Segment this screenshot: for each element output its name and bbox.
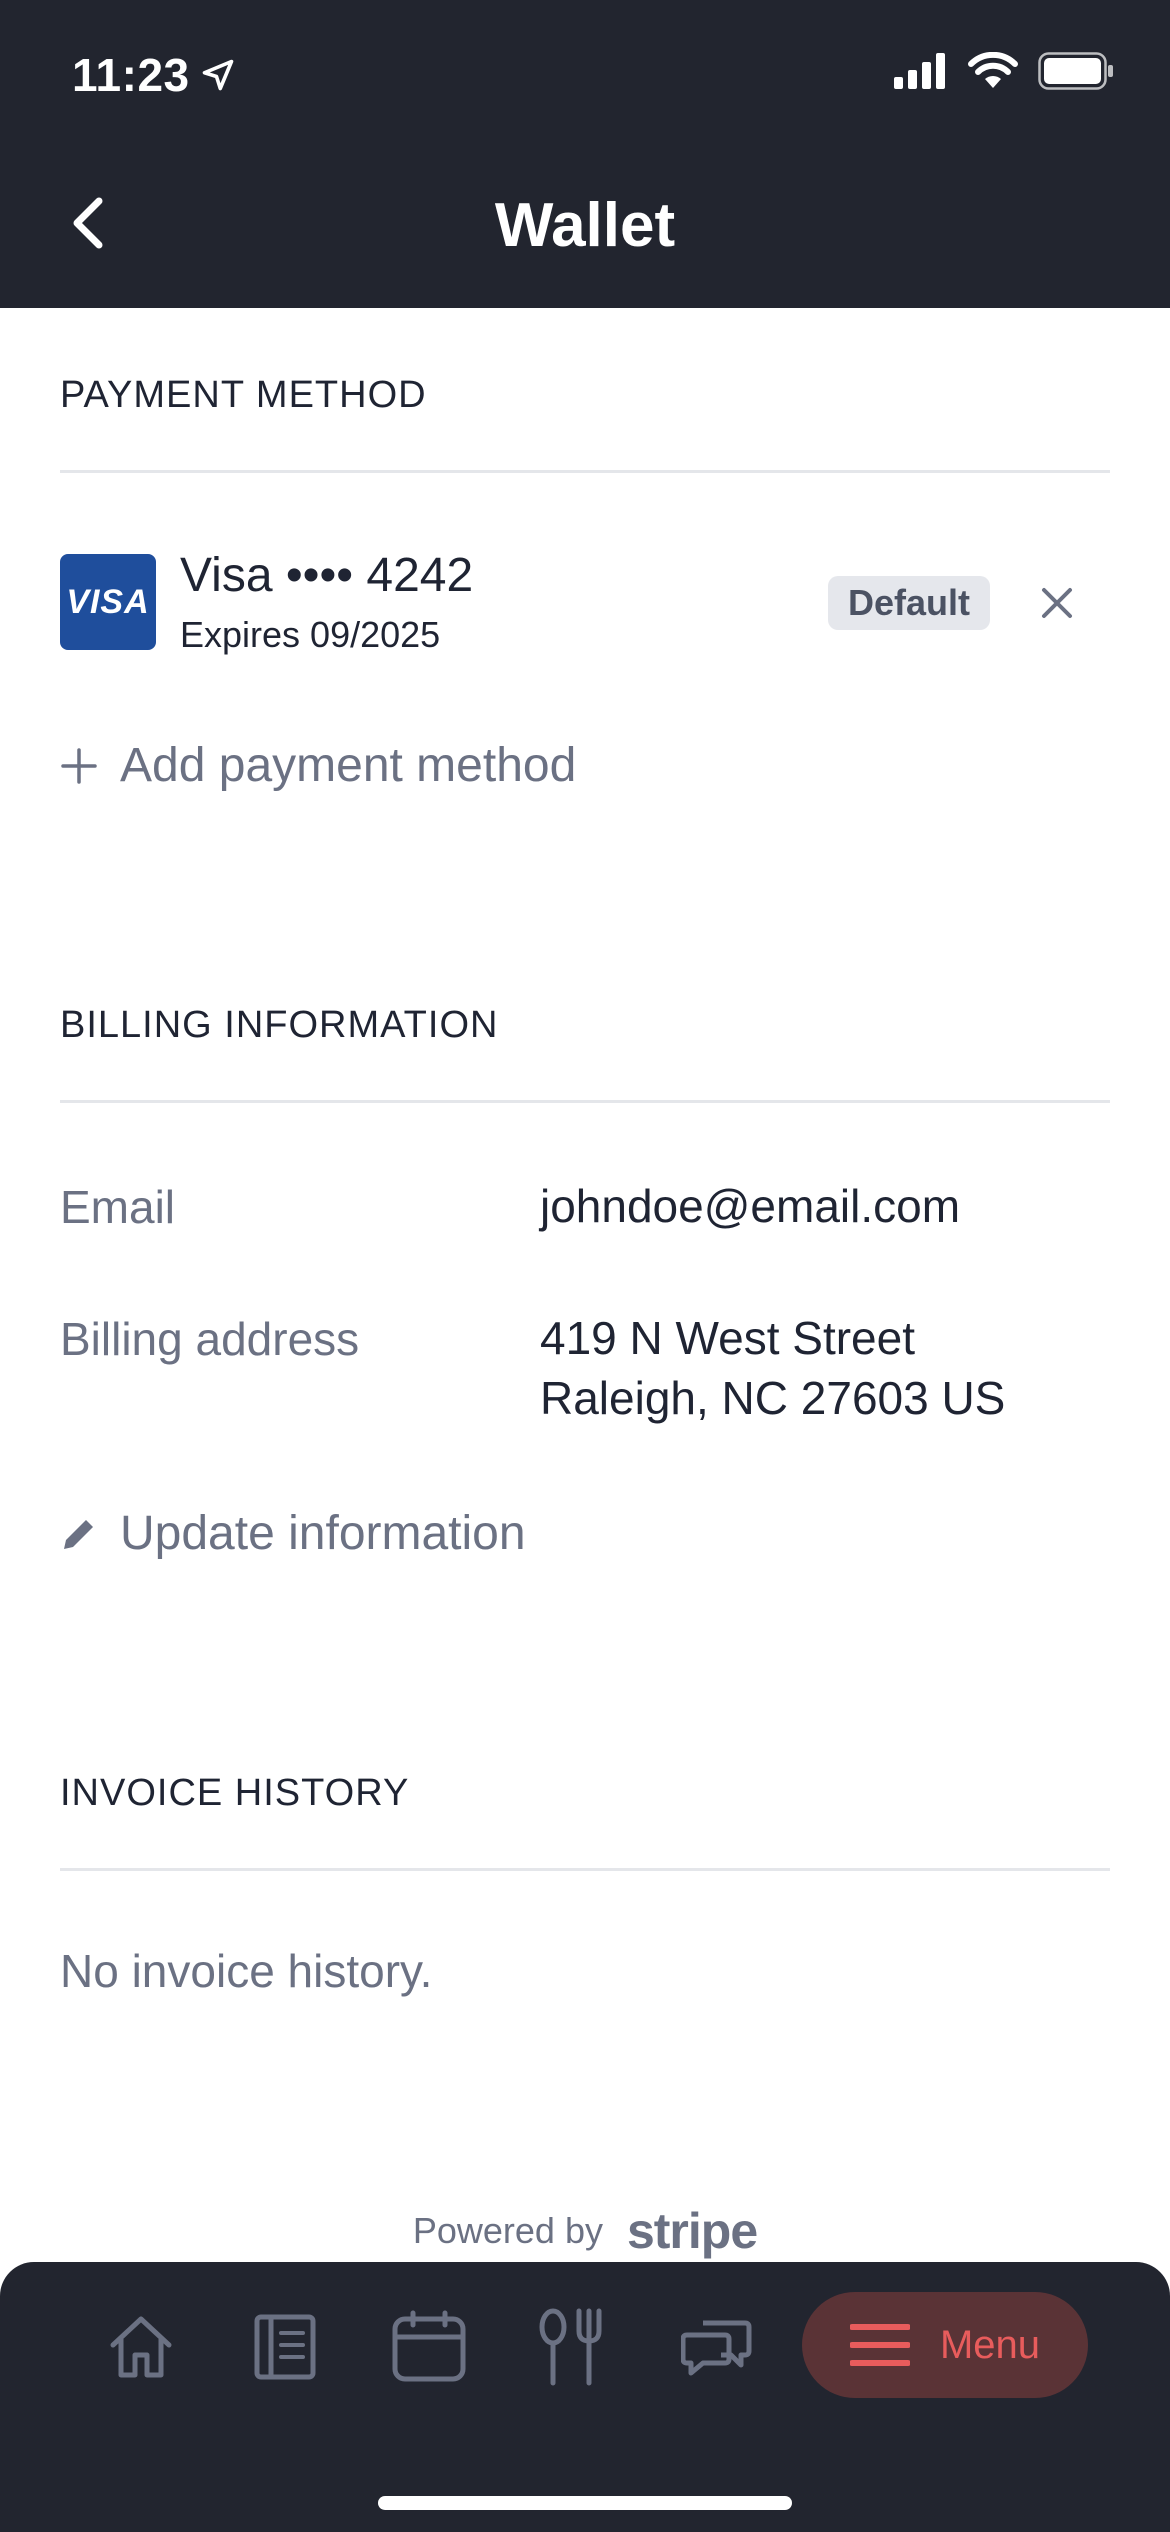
nav-news[interactable]	[240, 2302, 330, 2392]
status-indicators	[894, 52, 1114, 90]
nav-dining[interactable]	[526, 2302, 616, 2392]
stripe-logo: stripe	[626, 2203, 758, 2259]
close-icon	[1042, 588, 1072, 618]
billing-information-heading: BILLING INFORMATION	[60, 1004, 499, 1046]
menu-button[interactable]: Menu	[802, 2292, 1088, 2398]
status-time: 11:23	[72, 48, 236, 102]
page-title: Wallet	[494, 191, 676, 260]
default-badge: Default	[828, 576, 990, 630]
battery-icon	[1038, 52, 1113, 90]
address-line-2: Raleigh, NC 27603 US	[540, 1372, 1006, 1424]
news-icon	[254, 2314, 316, 2380]
add-payment-method-label: Add payment method	[120, 739, 577, 792]
visa-logo: VISA	[60, 554, 156, 650]
invoice-history-heading: INVOICE HISTORY	[60, 1772, 410, 1814]
pencil-icon	[64, 1519, 93, 1549]
dining-icon	[539, 2308, 602, 2386]
divider	[60, 1100, 1110, 1103]
powered-by-label: Powered by	[412, 2210, 603, 2251]
divider	[60, 1868, 1110, 1871]
billing-address-label: Billing address	[60, 1313, 360, 1365]
nav-messages[interactable]	[672, 2302, 762, 2392]
home-indicator	[378, 2496, 792, 2510]
nav-home[interactable]	[96, 2302, 186, 2392]
app-header: 11:23 Wallet	[0, 0, 1170, 308]
status-time-text: 11:23	[72, 49, 190, 101]
remove-card-button[interactable]	[1032, 578, 1082, 628]
plus-icon	[61, 747, 97, 784]
billing-address-value: 419 N West Street Raleigh, NC 27603 US	[540, 1308, 1005, 1428]
update-information-button[interactable]: Update information	[60, 1506, 526, 1561]
email-value: johndoe@email.com	[540, 1180, 961, 1232]
home-icon	[110, 2316, 172, 2378]
card-name: Visa •••• 4242	[180, 549, 474, 602]
chat-icon	[681, 2320, 752, 2376]
update-information-label: Update information	[120, 1507, 526, 1560]
nav-calendar[interactable]	[384, 2302, 474, 2392]
location-arrow-icon	[202, 59, 233, 91]
payment-method-heading: PAYMENT METHOD	[60, 374, 427, 416]
email-label: Email	[60, 1181, 176, 1233]
invoice-empty-text: No invoice history.	[60, 1945, 433, 1997]
cellular-signal-icon	[894, 53, 945, 89]
address-line-1: 419 N West Street	[540, 1312, 915, 1364]
calendar-icon	[392, 2310, 466, 2382]
hamburger-icon	[849, 2324, 910, 2366]
powered-by-stripe: Powered by stripe	[0, 2202, 1170, 2260]
menu-label: Menu	[939, 2322, 1041, 2367]
add-payment-method-button[interactable]: Add payment method	[60, 738, 576, 793]
wifi-icon	[968, 52, 1018, 88]
divider	[60, 470, 1110, 473]
bottom-navigation: Menu	[0, 2262, 1170, 2532]
card-expiry: Expires 09/2025	[180, 614, 441, 655]
